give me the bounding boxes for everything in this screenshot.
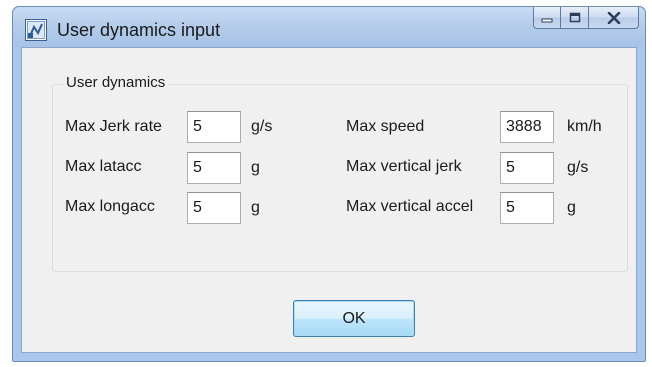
max-longacc-input[interactable] [187, 192, 241, 224]
max-vertical-accel-input[interactable] [500, 192, 554, 224]
user-dynamics-group: User dynamics Max Jerk rate g/s Max lata… [52, 74, 628, 272]
max-speed-label: Max speed [346, 118, 425, 135]
max-vertical-jerk-label: Max vertical jerk [346, 158, 462, 175]
max-jerk-rate-label: Max Jerk rate [65, 118, 162, 135]
max-speed-input[interactable] [500, 111, 554, 143]
max-jerk-rate-unit: g/s [251, 118, 273, 135]
max-latacc-label: Max latacc [65, 158, 142, 175]
title-bar[interactable]: User dynamics input [13, 7, 645, 47]
maximize-icon [569, 12, 580, 23]
max-longacc-unit: g [251, 199, 260, 216]
window-title: User dynamics input [57, 20, 221, 40]
close-icon [607, 11, 620, 24]
max-vertical-jerk-input[interactable] [500, 152, 554, 184]
max-vertical-jerk-unit: g/s [567, 159, 589, 176]
dialog-window: User dynamics input User dynamics Max Je… [12, 6, 646, 362]
minimize-button[interactable] [533, 7, 561, 29]
dialog-client-area: User dynamics Max Jerk rate g/s Max lata… [21, 47, 637, 353]
max-longacc-label: Max longacc [65, 198, 155, 215]
close-button[interactable] [589, 7, 639, 29]
ok-button[interactable]: OK [293, 300, 415, 337]
maximize-button[interactable] [561, 7, 589, 29]
max-vertical-accel-label: Max vertical accel [346, 198, 474, 215]
max-latacc-input[interactable] [187, 152, 241, 184]
max-latacc-unit: g [251, 159, 260, 176]
max-speed-unit: km/h [567, 118, 602, 135]
caption-buttons [533, 7, 639, 31]
group-title: User dynamics [63, 74, 169, 91]
minimize-icon [541, 18, 553, 22]
max-vertical-accel-unit: g [567, 199, 576, 216]
app-icon [25, 19, 47, 41]
max-jerk-rate-input[interactable] [187, 111, 241, 143]
